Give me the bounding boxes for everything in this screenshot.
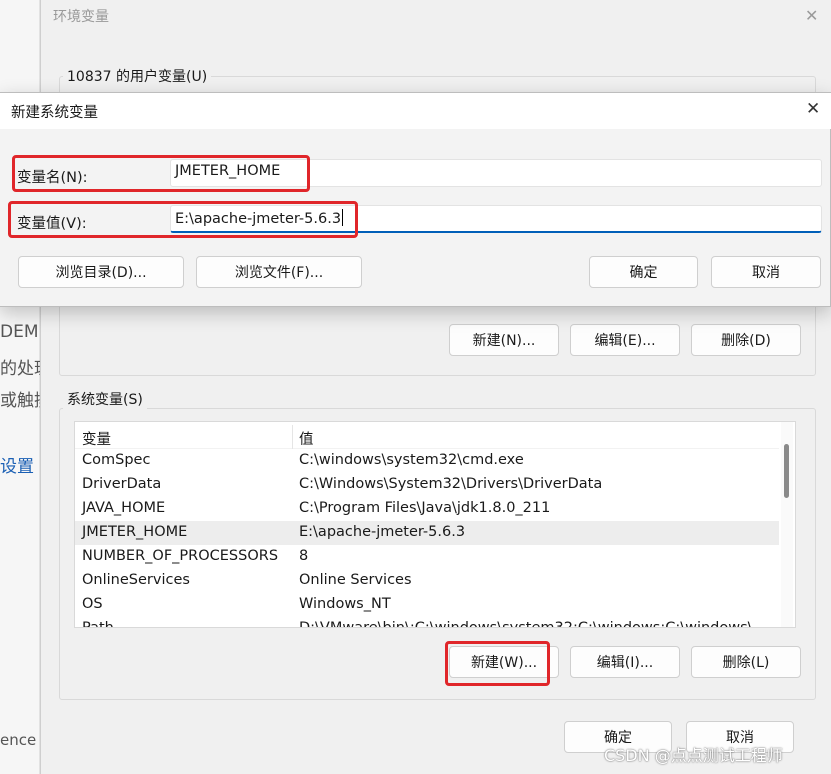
variable-value: C:\windows\system32\cmd.exe [299, 452, 524, 468]
table-row[interactable]: JAVA_HOME C:\Program Files\Java\jdk1.8.0… [75, 497, 779, 521]
close-icon[interactable]: ✕ [806, 99, 820, 119]
system-edit-button[interactable]: 编辑(I)... [570, 646, 680, 678]
variable-name-label: 变量名(N): [17, 170, 88, 186]
dialog-titlebar[interactable]: 新建系统变量 ✕ [0, 93, 831, 129]
variable-name-text: JMETER_HOME [175, 163, 281, 179]
dialog-title: 环境变量 [53, 9, 109, 25]
user-variables-label: 10837 的用户变量(U) [63, 66, 212, 86]
browse-file-button[interactable]: 浏览文件(F)... [196, 256, 362, 288]
variable-value: C:\Program Files\Java\jdk1.8.0_211 [299, 500, 551, 516]
variable-value: D:\VMware\bin\;C:\windows\system32;C:\wi… [299, 620, 767, 628]
variable-name: Path [82, 620, 114, 628]
variable-name: JAVA_HOME [82, 500, 166, 516]
variable-value: C:\Windows\System32\Drivers\DriverData [299, 476, 603, 492]
background-text: DEM [0, 322, 39, 342]
table-row-selected[interactable]: JMETER_HOME E:\apache-jmeter-5.6.3 [75, 521, 779, 545]
column-header-value[interactable]: 值 [299, 428, 314, 449]
ok-button[interactable]: 确定 [589, 256, 698, 288]
variable-name: NUMBER_OF_PROCESSORS [82, 548, 279, 564]
background-settings-link[interactable]: 设置 [0, 452, 34, 477]
close-icon[interactable]: ✕ [805, 6, 818, 25]
variable-value-label: 变量值(V): [17, 216, 87, 232]
column-header-variable[interactable]: 变量 [82, 428, 111, 449]
variable-value: Online Services [299, 572, 412, 588]
variable-name: OS [82, 596, 103, 612]
dialog-title: 新建系统变量 [11, 105, 98, 121]
table-row[interactable]: DriverData C:\Windows\System32\Drivers\D… [75, 473, 779, 497]
system-variables-table[interactable]: 变量 值 ComSpec C:\windows\system32\cmd.exe… [74, 421, 796, 628]
watermark: CSDN @点点测试工程师 [604, 746, 783, 765]
variable-value: 8 [299, 548, 309, 564]
text-caret [342, 209, 344, 226]
table-row[interactable]: Path D:\VMware\bin\;C:\windows\system32;… [75, 617, 779, 628]
table-row[interactable]: OS Windows_NT [75, 593, 779, 617]
new-system-variable-dialog: 新建系统变量 ✕ 变量名(N): JMETER_HOME 变量值(V): E:\… [0, 92, 831, 307]
variable-value-text: E:\apache-jmeter-5.6.3 [175, 211, 342, 227]
variable-value-input[interactable]: E:\apache-jmeter-5.6.3 [170, 205, 822, 233]
table-row[interactable]: OnlineServices Online Services [75, 569, 779, 593]
table-row[interactable]: NUMBER_OF_PROCESSORS 8 [75, 545, 779, 569]
vertical-scrollbar[interactable] [781, 422, 793, 627]
scrollbar-thumb[interactable] [784, 444, 789, 498]
system-delete-button[interactable]: 删除(L) [691, 646, 801, 678]
browse-directory-button[interactable]: 浏览目录(D)... [18, 256, 184, 288]
variable-name: OnlineServices [82, 572, 190, 588]
variable-name: DriverData [82, 476, 162, 492]
table-header: 变量 值 [75, 425, 779, 449]
variable-name: JMETER_HOME [82, 524, 188, 540]
variable-name: ComSpec [82, 452, 151, 468]
table-row[interactable]: ComSpec C:\windows\system32\cmd.exe [75, 449, 779, 473]
variable-value: E:\apache-jmeter-5.6.3 [299, 524, 466, 540]
user-edit-button[interactable]: 编辑(E)... [570, 324, 680, 356]
variable-value: Windows_NT [299, 596, 391, 612]
system-variables-label: 系统变量(S) [63, 389, 147, 409]
system-new-button[interactable]: 新建(W)... [449, 646, 559, 678]
user-delete-button[interactable]: 删除(D) [691, 324, 801, 356]
cancel-button[interactable]: 取消 [711, 256, 821, 288]
user-new-button[interactable]: 新建(N)... [449, 324, 559, 356]
column-divider[interactable] [292, 425, 293, 449]
variable-name-input[interactable]: JMETER_HOME [170, 159, 822, 187]
